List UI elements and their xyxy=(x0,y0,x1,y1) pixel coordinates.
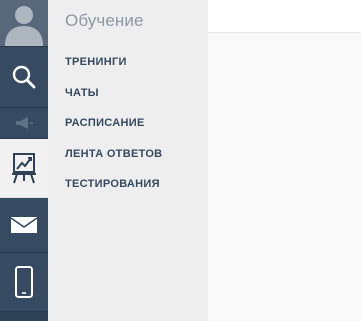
menu-item-trainings[interactable]: ТРЕНИНГИ xyxy=(65,54,162,85)
presentation-chart-icon xyxy=(12,153,36,184)
search-button[interactable] xyxy=(0,47,48,108)
messages-button[interactable] xyxy=(0,198,48,253)
smartphone-icon xyxy=(15,266,33,298)
megaphone-icon xyxy=(16,117,33,129)
panel-title: Обучение xyxy=(65,11,144,30)
menu-item-schedule[interactable]: РАСПИСАНИЕ xyxy=(65,115,162,146)
menu-item-chats[interactable]: ЧАТЫ xyxy=(65,85,162,116)
mobile-button[interactable] xyxy=(0,253,48,312)
submenu-list: ТРЕНИНГИ ЧАТЫ РАСПИСАНИЕ ЛЕНТА ОТВЕТОВ Т… xyxy=(65,54,162,207)
main-content xyxy=(208,0,361,321)
menu-item-answers-feed[interactable]: ЛЕНТА ОТВЕТОВ xyxy=(65,146,162,177)
learning-button[interactable] xyxy=(0,139,48,198)
user-avatar-button[interactable] xyxy=(0,0,48,47)
search-icon xyxy=(12,65,36,89)
submenu-panel: Обучение ТРЕНИНГИ ЧАТЫ РАСПИСАНИЕ ЛЕНТА … xyxy=(48,0,208,321)
top-bar xyxy=(208,0,361,33)
user-icon xyxy=(0,0,48,46)
announcements-button[interactable] xyxy=(0,108,48,139)
envelope-icon xyxy=(10,217,38,233)
menu-item-testing[interactable]: ТЕСТИРОВАНИЯ xyxy=(65,176,162,207)
icon-sidebar xyxy=(0,0,48,321)
